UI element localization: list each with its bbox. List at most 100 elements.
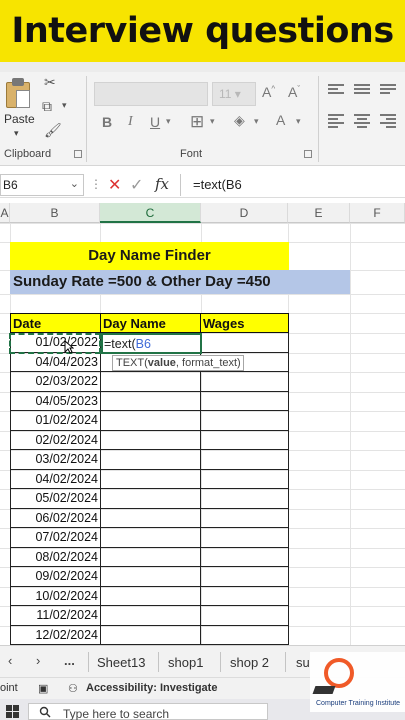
header-day-name[interactable]: Day Name: [100, 313, 201, 333]
fill-color-icon[interactable]: ◈: [234, 112, 245, 129]
day-name-cell[interactable]: [101, 625, 201, 645]
align-center-icon[interactable]: [354, 114, 370, 128]
editing-cell[interactable]: =text(B6: [101, 333, 202, 354]
wages-cell[interactable]: [201, 508, 289, 528]
name-box-dropdown-icon[interactable]: ⌄: [70, 177, 79, 190]
date-cell[interactable]: 10/02/2024: [10, 586, 101, 606]
formula-bar-grip-icon[interactable]: ⋮: [90, 177, 102, 191]
fill-color-dropdown-icon[interactable]: ▾: [254, 116, 259, 127]
date-cell[interactable]: 04/02/2024: [10, 469, 101, 489]
font-family-select[interactable]: [94, 82, 208, 106]
wages-cell[interactable]: [201, 586, 289, 606]
wages-cell[interactable]: [201, 606, 289, 626]
align-left-icon[interactable]: [328, 114, 344, 128]
date-cell[interactable]: 02/02/2024: [10, 430, 101, 450]
enter-icon[interactable]: ✓: [130, 175, 143, 195]
day-name-cell[interactable]: [101, 489, 201, 509]
date-cell[interactable]: 04/04/2023: [10, 352, 101, 372]
underline-dropdown-icon[interactable]: ▾: [166, 116, 171, 127]
column-header-b[interactable]: B: [10, 203, 100, 223]
paste-icon[interactable]: [4, 76, 32, 110]
align-right-icon[interactable]: [380, 114, 396, 128]
accessibility-status[interactable]: Accessibility: Investigate: [86, 682, 217, 694]
day-name-cell[interactable]: [101, 567, 201, 587]
wages-cell[interactable]: [201, 411, 289, 431]
taskbar-search-input[interactable]: Type here to search: [28, 703, 268, 720]
day-name-cell[interactable]: [101, 450, 201, 470]
tab-sheet13[interactable]: Sheet13: [97, 655, 145, 670]
day-name-cell[interactable]: [101, 547, 201, 567]
tab-shop-2[interactable]: shop 2: [230, 655, 269, 670]
align-top-icon[interactable]: [328, 84, 344, 96]
wages-cell[interactable]: [201, 567, 289, 587]
day-name-cell[interactable]: [101, 606, 201, 626]
day-name-cell[interactable]: [101, 469, 201, 489]
copy-dropdown-icon[interactable]: ▾: [62, 100, 67, 111]
date-cell[interactable]: 02/03/2022: [10, 372, 101, 392]
formula-input[interactable]: =text(B6: [180, 174, 405, 196]
date-cell[interactable]: 07/02/2024: [10, 528, 101, 548]
align-middle-icon[interactable]: [354, 84, 370, 96]
windows-start-icon[interactable]: [6, 705, 20, 719]
date-cell[interactable]: 05/02/2024: [10, 489, 101, 509]
wages-cell[interactable]: [201, 469, 289, 489]
increase-font-size-icon[interactable]: A^: [262, 84, 275, 100]
name-box[interactable]: B6 ⌄: [0, 174, 84, 196]
day-name-cell[interactable]: [101, 508, 201, 528]
sheet-subtitle[interactable]: Sunday Rate =500 & Other Day =450: [10, 270, 350, 294]
font-color-icon[interactable]: A: [276, 112, 285, 128]
underline-button[interactable]: U: [150, 114, 160, 130]
accessibility-icon[interactable]: ⚇: [68, 682, 78, 695]
tab-su[interactable]: su: [296, 655, 310, 670]
paste-dropdown-icon[interactable]: ▾: [14, 128, 19, 139]
day-name-cell[interactable]: [101, 391, 201, 411]
wages-cell[interactable]: [201, 450, 289, 470]
clipboard-launcher-icon[interactable]: [74, 150, 82, 158]
column-header-a[interactable]: A: [0, 203, 10, 223]
align-bottom-icon[interactable]: [380, 84, 396, 96]
wages-cell[interactable]: [201, 430, 289, 450]
date-cell[interactable]: 06/02/2024: [10, 508, 101, 528]
header-wages[interactable]: Wages: [200, 313, 289, 333]
date-cell[interactable]: 04/05/2023: [10, 391, 101, 411]
date-cell[interactable]: 12/02/2024: [10, 625, 101, 645]
macro-record-icon[interactable]: ▣: [38, 682, 48, 695]
date-cell[interactable]: 11/02/2024: [10, 606, 101, 626]
column-header-f[interactable]: F: [350, 203, 405, 223]
wages-cell[interactable]: [201, 372, 289, 392]
day-name-cell[interactable]: [101, 372, 201, 392]
format-painter-icon[interactable]: 🖌: [44, 122, 62, 139]
sheet-title[interactable]: Day Name Finder: [10, 242, 289, 270]
wages-cell[interactable]: [201, 333, 289, 353]
day-name-cell[interactable]: [101, 586, 201, 606]
italic-button[interactable]: I: [128, 114, 133, 130]
cut-icon[interactable]: ✂: [44, 74, 56, 91]
date-cell[interactable]: 08/02/2024: [10, 547, 101, 567]
day-name-cell[interactable]: [101, 411, 201, 431]
wages-cell[interactable]: [201, 528, 289, 548]
more-sheets-button[interactable]: ...: [64, 653, 75, 668]
font-size-select[interactable]: 11 ▾: [212, 82, 256, 106]
font-launcher-icon[interactable]: [304, 150, 312, 158]
copy-icon[interactable]: ⧉: [42, 98, 52, 115]
tab-shop1[interactable]: shop1: [168, 655, 203, 670]
prev-sheet-icon[interactable]: ‹: [8, 653, 12, 668]
wages-cell[interactable]: [201, 391, 289, 411]
paste-button-label[interactable]: Paste: [4, 112, 35, 126]
cancel-icon[interactable]: ✕: [108, 175, 121, 195]
day-name-cell[interactable]: [101, 430, 201, 450]
insert-function-icon[interactable]: fx: [155, 175, 169, 193]
date-cell[interactable]: 03/02/2024: [10, 450, 101, 470]
wages-cell[interactable]: [201, 489, 289, 509]
wages-cell[interactable]: [201, 625, 289, 645]
wages-cell[interactable]: [201, 547, 289, 567]
font-color-dropdown-icon[interactable]: ▾: [296, 116, 301, 127]
day-name-cell[interactable]: [101, 528, 201, 548]
date-cell[interactable]: 01/02/2024: [10, 411, 101, 431]
bold-button[interactable]: B: [102, 114, 112, 130]
column-header-c[interactable]: C: [100, 203, 201, 223]
borders-icon[interactable]: ⊞: [190, 112, 204, 132]
column-header-d[interactable]: D: [201, 203, 288, 223]
date-cell[interactable]: 09/02/2024: [10, 567, 101, 587]
header-date[interactable]: Date: [10, 313, 101, 333]
